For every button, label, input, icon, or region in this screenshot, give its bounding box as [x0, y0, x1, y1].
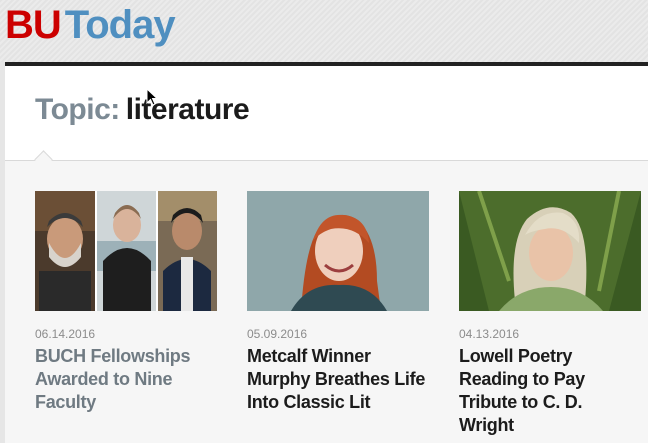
logo-today: Today — [64, 3, 176, 47]
content-panel: Topic: literature 06.14.2016 BUCH Fellow… — [5, 62, 648, 443]
article-card-1[interactable]: 06.14.2016 BUCH Fellowships Awarded to N… — [35, 191, 217, 414]
portrait-photo-woman-blonde-hair — [459, 191, 641, 311]
portrait-photo-woman-red-hair — [247, 191, 429, 311]
article-card-2[interactable]: 05.09.2016 Metcalf Winner Murphy Breathe… — [247, 191, 429, 414]
article-date-2: 05.09.2016 — [247, 327, 308, 341]
article-card-3[interactable]: 04.13.2016 Lowell Poetry Reading to Pay … — [459, 191, 641, 437]
divider — [5, 160, 648, 161]
faculty-photo-collage — [35, 191, 217, 311]
article-title-2[interactable]: Metcalf Winner Murphy Breathes Life Into… — [247, 345, 429, 414]
article-title-1[interactable]: BUCH Fellowships Awarded to Nine Faculty — [35, 345, 217, 414]
article-thumbnail-1[interactable] — [35, 191, 217, 311]
article-thumbnail-2[interactable] — [247, 191, 429, 311]
article-title-3[interactable]: Lowell Poetry Reading to Pay Tribute to … — [459, 345, 641, 437]
topic-value: literature — [125, 93, 250, 126]
mouse-pointer-icon — [146, 88, 158, 106]
page-title: Topic: literature — [35, 92, 250, 128]
bu-today-logo[interactable]: BU Today — [5, 2, 176, 48]
logo-bu: BU — [5, 3, 62, 47]
article-date-3: 04.13.2016 — [459, 327, 520, 341]
article-thumbnail-3[interactable] — [459, 191, 641, 311]
article-date-1: 06.14.2016 — [35, 327, 96, 341]
masthead: BU Today — [0, 0, 648, 62]
topic-label: Topic: — [35, 93, 120, 126]
